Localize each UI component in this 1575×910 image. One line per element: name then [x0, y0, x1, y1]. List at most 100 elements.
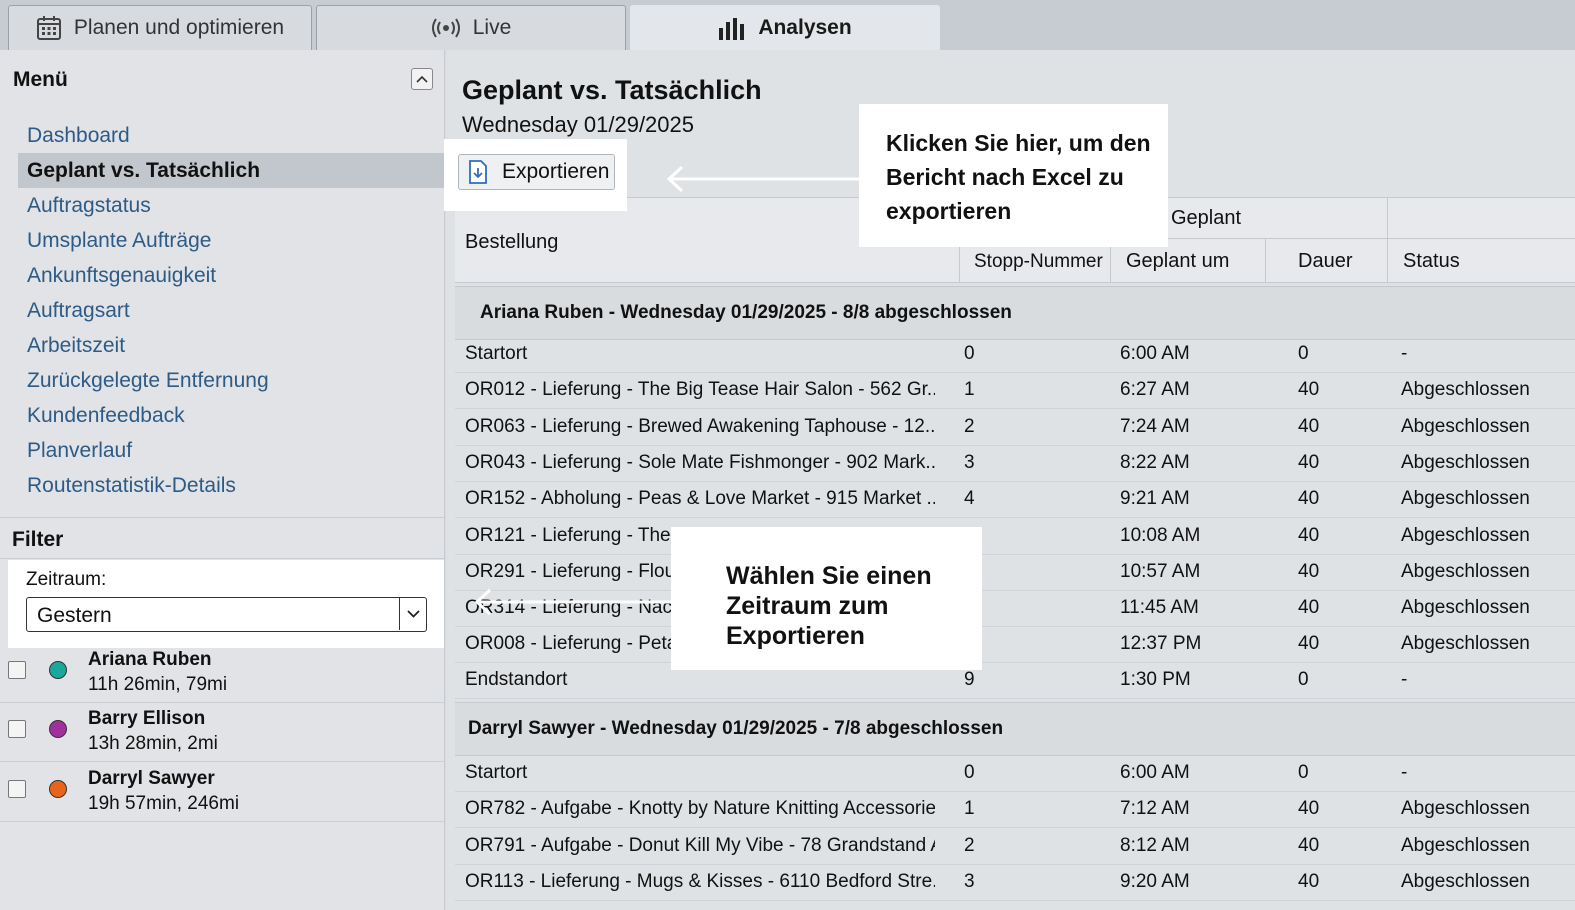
cell-status: Abgeschlossen	[1401, 452, 1530, 473]
table-row[interactable]: OR113 - Lieferung - Mugs & Kisses - 6110…	[455, 864, 1575, 901]
col-header-status: Status	[1403, 250, 1460, 272]
menu-item-planverlauf[interactable]: Planverlauf	[18, 433, 444, 468]
menu-item-geplant-vs-tatsaechlich[interactable]: Geplant vs. Tatsächlich	[18, 153, 444, 188]
table-row[interactable]: Startort 0 6:00 AM 0 -	[455, 336, 1575, 373]
broadcast-icon	[431, 18, 460, 38]
cell-status: Abgeschlossen	[1401, 597, 1530, 618]
zeitraum-select[interactable]: Gestern	[26, 597, 427, 632]
driver-color-dot	[49, 780, 67, 798]
table-row[interactable]: OR152 - Abholung - Peas & Love Market - …	[455, 481, 1575, 518]
menu-item-umsplante-auftraege[interactable]: Umsplante Aufträge	[18, 223, 444, 258]
table-row[interactable]: OR121 - Lieferung - The C 10:08 AM 40 Ab…	[455, 518, 1575, 555]
cell-duration: 40	[1298, 416, 1320, 437]
cell-status: Abgeschlossen	[1401, 416, 1530, 437]
tab-label: Analysen	[758, 16, 852, 39]
cell-order: Endstandort	[465, 669, 568, 690]
menu-list: Dashboard Geplant vs. Tatsächlich Auftra…	[18, 118, 444, 503]
cell-duration: 0	[1298, 669, 1309, 690]
cell-time: 10:08 AM	[1120, 525, 1201, 546]
driver-checkbox[interactable]	[8, 720, 26, 738]
menu-item-auftragstatus[interactable]: Auftragstatus	[18, 188, 444, 223]
table-row[interactable]: Endstandort 9 1:30 PM 0 -	[455, 662, 1575, 699]
arrow-left-icon	[474, 588, 674, 616]
cell-time: 11:45 AM	[1120, 597, 1199, 618]
export-highlight: Exportieren	[444, 139, 627, 211]
cell-time: 10:57 AM	[1120, 561, 1201, 582]
cell-time: 6:27 AM	[1120, 379, 1190, 400]
cell-duration: 0	[1298, 343, 1309, 364]
cell-status: -	[1401, 762, 1408, 783]
table-row[interactable]: Startort 0 6:00 AM 0 -	[455, 755, 1575, 792]
driver-item: Ariana Ruben 11h 26min, 79mi	[0, 648, 445, 706]
cell-status: Abgeschlossen	[1401, 798, 1530, 819]
chevron-up-icon	[416, 75, 428, 83]
table-row[interactable]: OR791 - Aufgabe - Donut Kill My Vibe - 7…	[455, 828, 1575, 865]
zeitraum-filter: Zeitraum: Gestern	[8, 560, 444, 648]
group-title: Darryl Sawyer - Wednesday 01/29/2025 - 7…	[468, 718, 1004, 739]
cell-duration: 40	[1298, 633, 1320, 654]
tab-planen[interactable]: Planen und optimieren	[8, 5, 312, 50]
driver-item: Barry Ellison 13h 28min, 2mi	[0, 707, 445, 765]
menu-item-arbeitszeit[interactable]: Arbeitszeit	[18, 328, 444, 363]
menu-title: Menü	[13, 68, 68, 91]
cell-duration: 40	[1298, 561, 1320, 582]
cell-duration: 40	[1298, 871, 1320, 892]
table-row[interactable]: OR782 - Aufgabe - Knotty by Nature Knitt…	[455, 791, 1575, 828]
table-row[interactable]: OR043 - Lieferung - Sole Mate Fishmonger…	[455, 445, 1575, 482]
table-row[interactable]: OR291 - Lieferung - Flour 10:57 AM 40 Ab…	[455, 554, 1575, 591]
driver-separator	[0, 702, 445, 703]
collapse-menu-button[interactable]	[411, 68, 433, 90]
cell-time: 12:37 PM	[1120, 633, 1202, 654]
col-header-geplant: Geplant	[1171, 207, 1242, 229]
tab-analysen[interactable]: Analysen	[630, 5, 940, 50]
menu-item-routenstatistik-details[interactable]: Routenstatistik-Details	[18, 468, 444, 503]
driver-item: Darryl Sawyer 19h 57min, 246mi	[0, 767, 445, 825]
cell-status: Abgeschlossen	[1401, 525, 1530, 546]
col-header-geplant-um: Geplant um	[1126, 250, 1230, 272]
cell-time: 9:21 AM	[1120, 488, 1190, 509]
cell-time: 8:22 AM	[1120, 452, 1190, 473]
cell-order: OR043 - Lieferung - Sole Mate Fishmonger…	[465, 452, 935, 473]
cell-duration: 40	[1298, 488, 1320, 509]
cell-order: OR063 - Lieferung - Brewed Awakening Tap…	[465, 416, 935, 437]
menu-item-zurueckgelegte-entfernung[interactable]: Zurückgelegte Entfernung	[18, 363, 444, 398]
cell-stop: 3	[964, 871, 975, 892]
cell-status: Abgeschlossen	[1401, 871, 1530, 892]
zeitraum-callout: Wählen Sie einen Zeitraum zum Exportiere…	[671, 527, 982, 670]
driver-separator	[0, 821, 445, 822]
cell-status: Abgeschlossen	[1401, 488, 1530, 509]
main-content: Geplant vs. Tatsächlich Wednesday 01/29/…	[444, 50, 1575, 910]
header-divider	[1387, 198, 1388, 282]
tab-live[interactable]: Live	[316, 5, 626, 50]
cell-stop: 4	[964, 488, 975, 509]
cell-order: OR152 - Abholung - Peas & Love Market - …	[465, 488, 935, 509]
group-title: Ariana Ruben - Wednesday 01/29/2025 - 8/…	[480, 302, 1012, 323]
cell-status: -	[1401, 343, 1408, 364]
table-row[interactable]: OR008 - Lieferung - Petal 12:37 PM 40 Ab…	[455, 626, 1575, 663]
filter-title: Filter	[12, 528, 64, 551]
driver-checkbox[interactable]	[8, 661, 26, 679]
menu-item-ankunftsgenauigkeit[interactable]: Ankunftsgenauigkeit	[18, 258, 444, 293]
cell-duration: 40	[1298, 452, 1320, 473]
driver-color-dot	[49, 661, 67, 679]
table-row[interactable]: OR063 - Lieferung - Brewed Awakening Tap…	[455, 409, 1575, 446]
arrow-left-icon	[666, 165, 860, 193]
export-button[interactable]: Exportieren	[458, 154, 615, 190]
menu-item-kundenfeedback[interactable]: Kundenfeedback	[18, 398, 444, 433]
driver-checkbox[interactable]	[8, 780, 26, 798]
menu-item-dashboard[interactable]: Dashboard	[18, 118, 444, 153]
dropdown-arrow[interactable]	[399, 598, 426, 630]
cell-stop: 0	[964, 762, 975, 783]
cell-time: 1:30 PM	[1120, 669, 1191, 690]
zeitraum-label: Zeitraum:	[26, 569, 107, 590]
table-row[interactable]: OR012 - Lieferung - The Big Tease Hair S…	[455, 372, 1575, 409]
cell-order: Startort	[465, 762, 528, 783]
calendar-icon	[36, 16, 61, 40]
chevron-down-icon	[406, 610, 420, 618]
menu-item-auftragsart[interactable]: Auftragsart	[18, 293, 444, 328]
cell-stop: 2	[964, 835, 975, 856]
cell-duration: 40	[1298, 798, 1320, 819]
cell-stop: 9	[964, 669, 975, 690]
driver-stats: 13h 28min, 2mi	[88, 733, 218, 754]
driver-color-dot	[49, 720, 67, 738]
